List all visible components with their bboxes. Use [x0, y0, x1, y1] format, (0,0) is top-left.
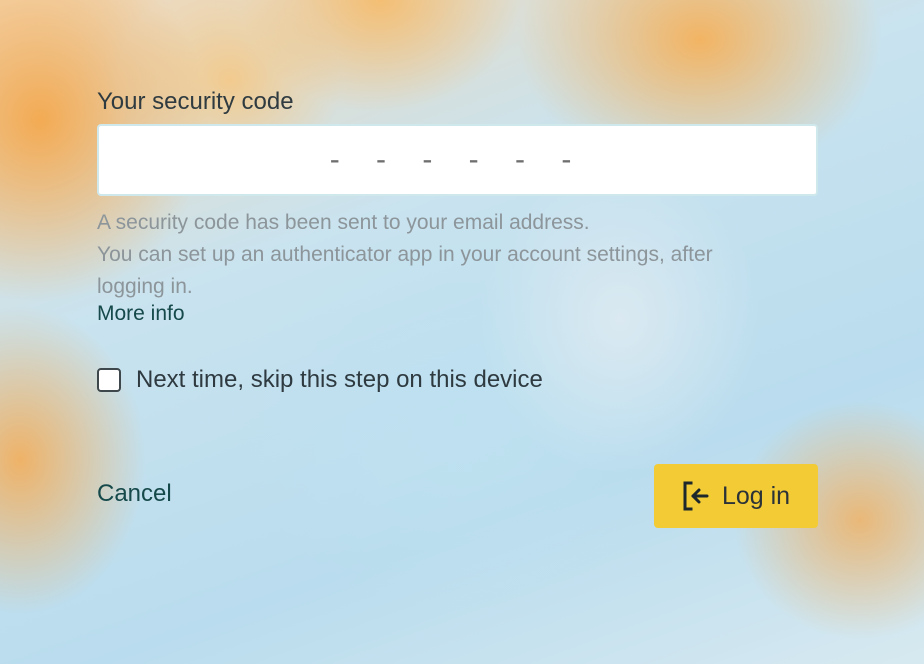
security-code-input[interactable] — [97, 124, 818, 196]
log-in-label: Log in — [721, 481, 791, 510]
help-text-line: A security code has been sent to your em… — [97, 211, 590, 234]
cancel-link[interactable]: Cancel — [97, 480, 172, 508]
more-info-link[interactable]: More info — [97, 302, 185, 326]
log-in-button[interactable]: Log in — [654, 464, 818, 528]
log-in-icon — [682, 481, 710, 511]
skip-step-label[interactable]: Next time, skip this step on this device — [136, 366, 543, 394]
help-text: A security code has been sent to your em… — [97, 207, 777, 303]
help-text-line: You can set up an authenticator app in y… — [97, 243, 713, 298]
skip-step-row[interactable]: Next time, skip this step on this device — [97, 366, 543, 394]
skip-step-checkbox[interactable] — [97, 368, 121, 392]
security-code-label: Your security code — [97, 88, 294, 115]
